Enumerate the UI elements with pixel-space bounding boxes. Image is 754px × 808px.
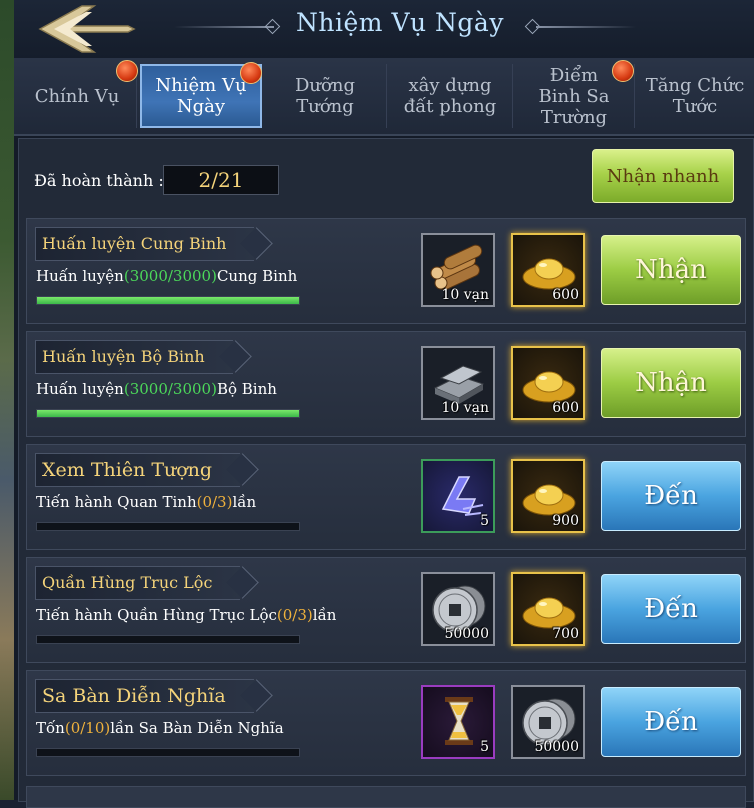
task-description: Huấn luyện(3000/3000)Bộ Binh xyxy=(36,380,277,398)
tab-duong-tuong[interactable]: Dưỡng Tướng xyxy=(264,64,387,128)
tab-label: Tăng Chức Tước xyxy=(645,75,745,117)
go-button[interactable]: Đến xyxy=(601,687,741,757)
task-row xyxy=(26,786,746,808)
task-row: Huấn luyện Bộ Binh Huấn luyện(3000/3000)… xyxy=(26,331,746,437)
task-row: Huấn luyện Cung Binh Huấn luyện(3000/300… xyxy=(26,218,746,324)
tab-chinh-vu[interactable]: Chính Vụ xyxy=(18,60,138,128)
task-description: Tiến hành Quần Hùng Trục Lộc(0/3)lần xyxy=(36,606,337,624)
task-description: Huấn luyện(3000/3000)Cung Binh xyxy=(36,267,298,285)
go-button[interactable]: Đến xyxy=(601,574,741,644)
reward-coin-icon[interactable]: 50000 xyxy=(421,572,495,646)
task-title: Huấn luyện Cung Binh xyxy=(35,227,274,261)
tab-label: xây dựng đất phong xyxy=(403,75,497,117)
title-decoration-left xyxy=(174,26,274,28)
tab-label: Dưỡng Tướng xyxy=(295,75,355,117)
reward-coin-icon[interactable]: 50000 xyxy=(511,685,585,759)
task-progress-bar xyxy=(36,409,300,418)
reward-gold-ingot-icon[interactable]: 600 xyxy=(511,233,585,307)
page-title: Nhiệm Vụ Ngày xyxy=(296,8,504,37)
tab-label: Điểm Binh Sa Trường xyxy=(538,64,610,128)
completed-count: 2/21 xyxy=(163,165,279,195)
task-progress-bar xyxy=(36,522,300,531)
task-title: Huấn luyện Bộ Binh xyxy=(35,340,252,374)
tab-diem-binh-sa-truong[interactable]: Điểm Binh Sa Trường xyxy=(514,60,635,128)
reward-gold-ingot-icon[interactable]: 600 xyxy=(511,346,585,420)
task-row: Xem Thiên Tượng Tiến hành Quan Tinh(0/3)… xyxy=(26,444,746,550)
completed-label: Đã hoàn thành : xyxy=(34,171,164,190)
tab-xay-dung-dat-phong[interactable]: xây dựng đất phong xyxy=(388,64,513,128)
tab-tang-chuc-tuoc[interactable]: Tăng Chức Tước xyxy=(636,64,754,128)
claim-button[interactable]: Nhận xyxy=(601,348,741,418)
claim-button[interactable]: Nhận xyxy=(601,235,741,305)
notification-badge-icon xyxy=(240,62,262,84)
tab-nhiem-vu-ngay[interactable]: Nhiệm Vụ Ngày xyxy=(140,62,262,128)
reward-wood-icon[interactable]: 10 vạn xyxy=(421,233,495,307)
reward-gold-ingot-icon[interactable]: 700 xyxy=(511,572,585,646)
tab-label: Chính Vụ xyxy=(34,85,120,107)
task-progress-bar xyxy=(36,635,300,644)
header-bar: Nhiệm Vụ Ngày xyxy=(14,0,754,58)
reward-hourglass-icon[interactable]: 5 xyxy=(421,685,495,759)
task-progress-bar xyxy=(36,296,300,305)
back-button[interactable] xyxy=(36,2,136,56)
reward-gold-ingot-icon[interactable]: 900 xyxy=(511,459,585,533)
tab-label: Nhiệm Vụ Ngày xyxy=(155,75,247,117)
reward-iron-icon[interactable]: 10 vạn xyxy=(421,346,495,420)
notification-badge-icon xyxy=(612,60,634,82)
task-row: Sa Bàn Diễn Nghĩa Tốn(0/10)lần Sa Bàn Di… xyxy=(26,670,746,776)
reward-speedup-icon[interactable]: 5 xyxy=(421,459,495,533)
notification-badge-icon xyxy=(116,60,138,82)
go-button[interactable]: Đến xyxy=(601,461,741,531)
task-row: Quần Hùng Trục Lộc Tiến hành Quần Hùng T… xyxy=(26,557,746,663)
back-arrow-icon xyxy=(38,5,136,53)
task-title: Sa Bàn Diễn Nghĩa xyxy=(35,679,273,713)
task-description: Tốn(0/10)lần Sa Bàn Diễn Nghĩa xyxy=(36,719,284,737)
tab-bar: Chính Vụ Nhiệm Vụ Ngày Dưỡng Tướng xây d… xyxy=(14,58,754,136)
task-progress-bar xyxy=(36,748,300,757)
title-decoration-right xyxy=(536,26,636,28)
quick-claim-button[interactable]: Nhận nhanh xyxy=(592,149,734,203)
task-title: Quần Hùng Trục Lộc xyxy=(35,566,260,600)
task-description: Tiến hành Quan Tinh(0/3)lần xyxy=(36,493,257,511)
task-title: Xem Thiên Tượng xyxy=(35,453,259,487)
